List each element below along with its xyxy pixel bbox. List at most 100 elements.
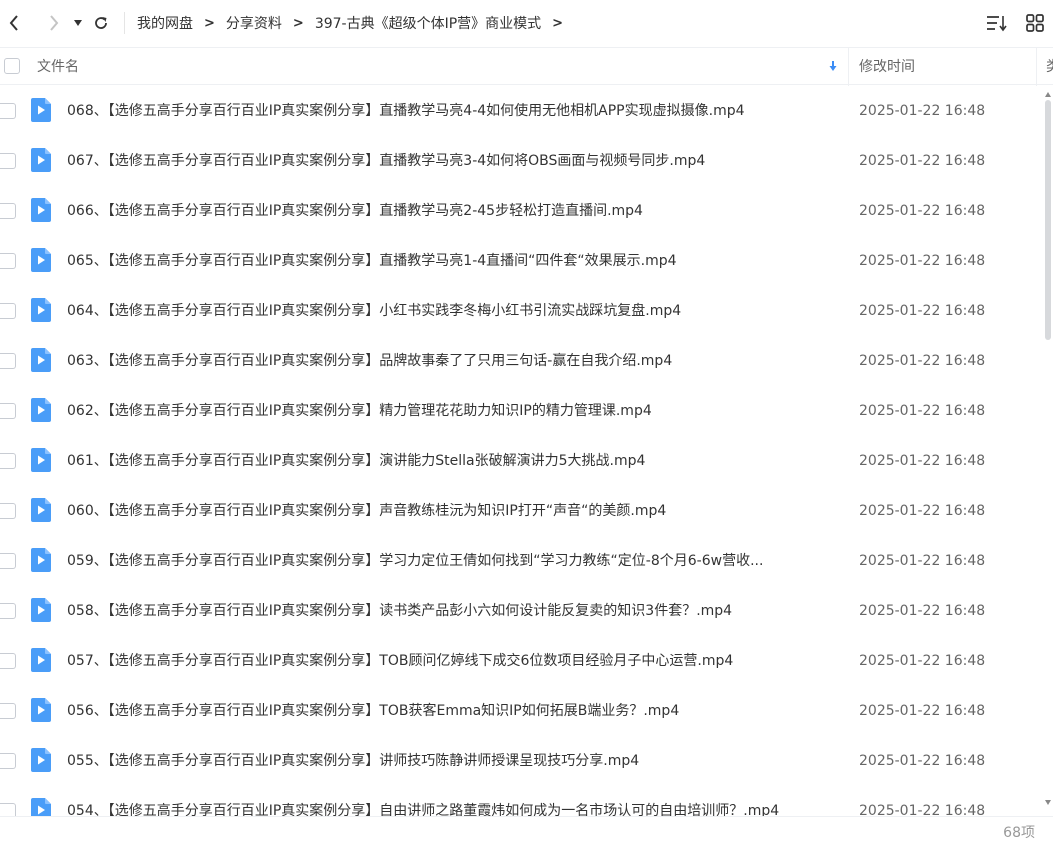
row-checkbox[interactable] bbox=[0, 553, 16, 569]
file-row[interactable]: 059、【选修五高手分享百行百业IP真实案例分享】学习力定位王倩如何找到“学习力… bbox=[0, 536, 1042, 586]
file-name[interactable]: 065、【选修五高手分享百行百业IP真实案例分享】直播教学马亮1-4直播间“四件… bbox=[67, 236, 837, 286]
file-modified-time: 2025-01-22 16:48 bbox=[859, 803, 986, 816]
video-file-icon bbox=[31, 198, 51, 226]
caret-down-icon bbox=[74, 20, 82, 26]
video-file-icon bbox=[31, 498, 51, 526]
column-header-modified-time[interactable]: 修改时间 bbox=[859, 48, 915, 86]
file-row[interactable]: 060、【选修五高手分享百行百业IP真实案例分享】声音教练桂沅为知识IP打开“声… bbox=[0, 486, 1042, 536]
file-row[interactable]: 063、【选修五高手分享百行百业IP真实案例分享】品牌故事秦了了只用三句话-赢在… bbox=[0, 336, 1042, 386]
file-row[interactable]: 066、【选修五高手分享百行百业IP真实案例分享】直播教学马亮2-45步轻松打造… bbox=[0, 186, 1042, 236]
video-file-icon bbox=[31, 248, 51, 276]
file-name[interactable]: 058、【选修五高手分享百行百业IP真实案例分享】读书类产品彭小六如何设计能反复… bbox=[67, 586, 837, 636]
file-modified-time: 2025-01-22 16:48 bbox=[859, 303, 986, 319]
file-modified-time: 2025-01-22 16:48 bbox=[859, 553, 986, 569]
file-modified-time: 2025-01-22 16:48 bbox=[859, 453, 986, 469]
breadcrumb-item-my-drive[interactable]: 我的网盘 bbox=[137, 13, 193, 33]
file-name[interactable]: 061、【选修五高手分享百行百业IP真实案例分享】演讲能力Stella张破解演讲… bbox=[67, 436, 837, 486]
breadcrumb-separator: > bbox=[204, 15, 215, 31]
refresh-button[interactable] bbox=[88, 0, 114, 46]
video-file-icon bbox=[31, 298, 51, 326]
file-row[interactable]: 055、【选修五高手分享百行百业IP真实案例分享】讲师技巧陈静讲师授课呈现技巧分… bbox=[0, 736, 1042, 786]
row-checkbox[interactable] bbox=[0, 803, 16, 816]
select-all-checkbox[interactable] bbox=[4, 58, 20, 74]
scroll-up-arrow-icon[interactable] bbox=[1045, 92, 1051, 97]
toolbar: 我的网盘 > 分享资料 > 397-古典《超级个体IP营》商业模式 > bbox=[0, 0, 1053, 46]
sort-button[interactable] bbox=[985, 11, 1009, 35]
row-checkbox[interactable] bbox=[0, 603, 16, 619]
sort-list-icon bbox=[987, 16, 1007, 32]
file-row[interactable]: 062、【选修五高手分享百行百业IP真实案例分享】精力管理花花助力知识IP的精力… bbox=[0, 386, 1042, 436]
view-controls bbox=[985, 0, 1047, 46]
file-modified-time: 2025-01-22 16:48 bbox=[859, 353, 986, 369]
row-checkbox[interactable] bbox=[0, 503, 16, 519]
file-modified-time: 2025-01-22 16:48 bbox=[859, 103, 986, 119]
file-name[interactable]: 059、【选修五高手分享百行百业IP真实案例分享】学习力定位王倩如何找到“学习力… bbox=[67, 536, 837, 586]
row-checkbox[interactable] bbox=[0, 103, 16, 119]
breadcrumb-item-shared[interactable]: 分享资料 bbox=[226, 13, 282, 33]
scroll-down-arrow-icon[interactable] bbox=[1045, 800, 1051, 805]
grid-view-button[interactable] bbox=[1023, 11, 1047, 35]
file-name[interactable]: 055、【选修五高手分享百行百业IP真实案例分享】讲师技巧陈静讲师授课呈现技巧分… bbox=[67, 736, 837, 786]
file-modified-time: 2025-01-22 16:48 bbox=[859, 403, 986, 419]
scroll-thumb[interactable] bbox=[1045, 100, 1051, 340]
column-header-name[interactable]: 文件名 bbox=[37, 48, 79, 86]
file-name[interactable]: 054、【选修五高手分享百行百业IP真实案例分享】自由讲师之路董霞炜如何成为一名… bbox=[67, 786, 837, 816]
file-name[interactable]: 063、【选修五高手分享百行百业IP真实案例分享】品牌故事秦了了只用三句话-赢在… bbox=[67, 336, 837, 386]
breadcrumb-separator: > bbox=[552, 15, 564, 31]
row-checkbox[interactable] bbox=[0, 303, 16, 319]
forward-button[interactable] bbox=[40, 0, 68, 46]
vertical-scrollbar[interactable] bbox=[1043, 86, 1053, 812]
file-modified-time: 2025-01-22 16:48 bbox=[859, 603, 986, 619]
item-count: 68项 bbox=[1003, 825, 1035, 841]
file-modified-time: 2025-01-22 16:48 bbox=[859, 703, 986, 719]
history-dropdown-button[interactable] bbox=[68, 0, 88, 46]
file-name[interactable]: 068、【选修五高手分享百行百业IP真实案例分享】直播教学马亮4-4如何使用无他… bbox=[67, 86, 837, 136]
video-file-icon bbox=[31, 598, 51, 626]
file-name[interactable]: 060、【选修五高手分享百行百业IP真实案例分享】声音教练桂沅为知识IP打开“声… bbox=[67, 486, 837, 536]
sort-arrow-down-icon[interactable] bbox=[828, 60, 838, 76]
video-file-icon bbox=[31, 398, 51, 426]
file-modified-time: 2025-01-22 16:48 bbox=[859, 153, 986, 169]
grid-icon bbox=[1026, 14, 1044, 32]
file-name[interactable]: 066、【选修五高手分享百行百业IP真实案例分享】直播教学马亮2-45步轻松打造… bbox=[67, 186, 837, 236]
file-row[interactable]: 058、【选修五高手分享百行百业IP真实案例分享】读书类产品彭小六如何设计能反复… bbox=[0, 586, 1042, 636]
row-checkbox[interactable] bbox=[0, 753, 16, 769]
video-file-icon bbox=[31, 548, 51, 576]
row-checkbox[interactable] bbox=[0, 203, 16, 219]
back-button[interactable] bbox=[0, 0, 28, 46]
column-header-type[interactable]: 类 bbox=[1046, 48, 1053, 86]
file-row[interactable]: 054、【选修五高手分享百行百业IP真实案例分享】自由讲师之路董霞炜如何成为一名… bbox=[0, 786, 1042, 816]
file-row[interactable]: 056、【选修五高手分享百行百业IP真实案例分享】TOB获客Emma知识IP如何… bbox=[0, 686, 1042, 736]
file-name[interactable]: 062、【选修五高手分享百行百业IP真实案例分享】精力管理花花助力知识IP的精力… bbox=[67, 386, 837, 436]
column-divider[interactable] bbox=[848, 48, 849, 86]
file-modified-time: 2025-01-22 16:48 bbox=[859, 203, 986, 219]
row-checkbox[interactable] bbox=[0, 653, 16, 669]
row-checkbox[interactable] bbox=[0, 453, 16, 469]
column-divider[interactable] bbox=[1036, 48, 1037, 86]
file-row[interactable]: 064、【选修五高手分享百行百业IP真实案例分享】小红书实践李冬梅小红书引流实战… bbox=[0, 286, 1042, 336]
file-name[interactable]: 056、【选修五高手分享百行百业IP真实案例分享】TOB获客Emma知识IP如何… bbox=[67, 686, 837, 736]
file-row[interactable]: 068、【选修五高手分享百行百业IP真实案例分享】直播教学马亮4-4如何使用无他… bbox=[0, 86, 1042, 136]
file-row[interactable]: 061、【选修五高手分享百行百业IP真实案例分享】演讲能力Stella张破解演讲… bbox=[0, 436, 1042, 486]
video-file-icon bbox=[31, 348, 51, 376]
file-row[interactable]: 057、【选修五高手分享百行百业IP真实案例分享】TOB顾问亿婷线下成交6位数项… bbox=[0, 636, 1042, 686]
video-file-icon bbox=[31, 148, 51, 176]
file-modified-time: 2025-01-22 16:48 bbox=[859, 503, 986, 519]
video-file-icon bbox=[31, 98, 51, 126]
row-checkbox[interactable] bbox=[0, 403, 16, 419]
row-checkbox[interactable] bbox=[0, 703, 16, 719]
breadcrumb-item-current-folder[interactable]: 397-古典《超级个体IP营》商业模式 bbox=[315, 13, 541, 33]
file-row[interactable]: 067、【选修五高手分享百行百业IP真实案例分享】直播教学马亮3-4如何将OBS… bbox=[0, 136, 1042, 186]
file-name[interactable]: 064、【选修五高手分享百行百业IP真实案例分享】小红书实践李冬梅小红书引流实战… bbox=[67, 286, 837, 336]
file-row[interactable]: 065、【选修五高手分享百行百业IP真实案例分享】直播教学马亮1-4直播间“四件… bbox=[0, 236, 1042, 286]
file-name[interactable]: 057、【选修五高手分享百行百业IP真实案例分享】TOB顾问亿婷线下成交6位数项… bbox=[67, 636, 837, 686]
file-list-header: 文件名 修改时间 类 bbox=[0, 47, 1053, 86]
row-checkbox[interactable] bbox=[0, 253, 16, 269]
row-checkbox[interactable] bbox=[0, 153, 16, 169]
file-name[interactable]: 067、【选修五高手分享百行百业IP真实案例分享】直播教学马亮3-4如何将OBS… bbox=[67, 136, 837, 186]
breadcrumb: 我的网盘 > 分享资料 > 397-古典《超级个体IP营》商业模式 > bbox=[137, 13, 574, 33]
row-checkbox[interactable] bbox=[0, 353, 16, 369]
chevron-right-icon bbox=[50, 15, 59, 31]
video-file-icon bbox=[31, 698, 51, 726]
video-file-icon bbox=[31, 748, 51, 776]
